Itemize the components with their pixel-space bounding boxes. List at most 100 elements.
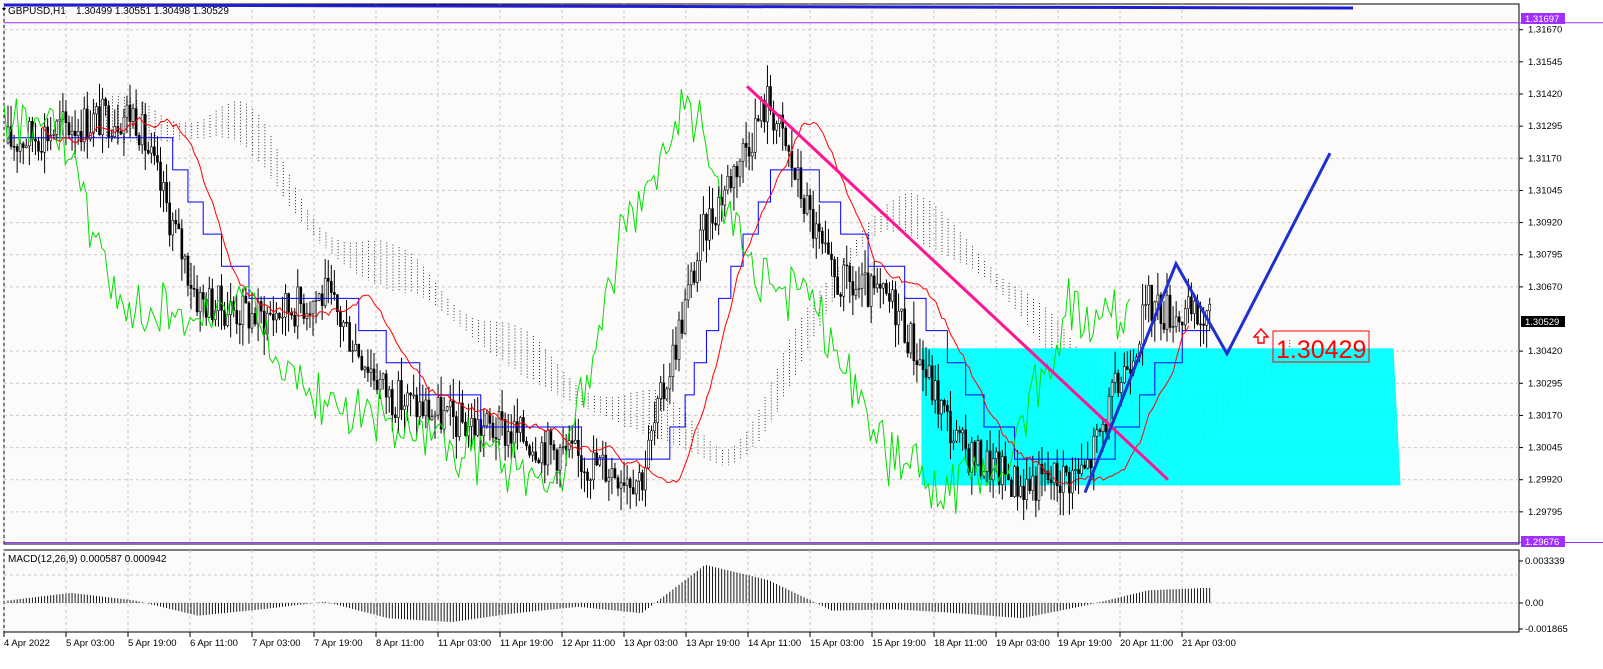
candle-body — [357, 344, 361, 357]
candle-body — [863, 272, 867, 276]
candle-body — [1089, 459, 1093, 469]
candle-body — [976, 440, 980, 466]
candle-body — [683, 299, 687, 334]
candle-body — [540, 442, 544, 464]
candle-body — [268, 312, 272, 315]
candle-body — [653, 422, 656, 432]
candle-body — [195, 288, 199, 313]
candle-body — [915, 360, 919, 366]
candle-body — [723, 189, 727, 206]
candle-body — [21, 143, 25, 148]
candle-body — [756, 118, 760, 122]
time-tick-label: 5 Apr 19:00 — [128, 638, 177, 649]
candle-body — [24, 145, 28, 148]
candle-body — [299, 286, 303, 305]
candle-body — [314, 300, 318, 302]
candle-body — [381, 373, 385, 380]
candle-body — [326, 277, 330, 282]
candle-body — [390, 389, 394, 416]
candle-body — [634, 480, 638, 495]
candle-body — [323, 277, 327, 306]
candle-body — [921, 359, 925, 370]
candle-body — [189, 285, 193, 289]
candle-body — [824, 242, 827, 245]
candle-body — [753, 118, 757, 153]
candle-body — [528, 445, 531, 456]
candle-body — [909, 323, 913, 354]
candle-body — [250, 313, 254, 329]
candle-body — [949, 411, 952, 444]
candle-body — [546, 429, 550, 466]
candle-body — [659, 382, 663, 399]
time-tick-label: 7 Apr 19:00 — [314, 638, 363, 649]
candle-body — [601, 454, 605, 458]
candle-body — [543, 442, 547, 466]
candle-body — [128, 104, 132, 122]
candle-body — [15, 146, 19, 152]
time-tick-label: 4 Apr 2022 — [4, 638, 50, 649]
candle-body — [445, 406, 449, 411]
lower-line-price: 1.29676 — [1525, 537, 1559, 548]
candle-body — [119, 130, 123, 135]
candle-body — [738, 160, 742, 178]
time-tick-label: 21 Apr 03:00 — [1182, 638, 1236, 649]
candle-body — [641, 472, 644, 491]
candle-body — [281, 316, 284, 319]
candle-body — [744, 143, 748, 148]
candle-body — [293, 314, 297, 327]
candle-body — [1165, 294, 1169, 330]
candle-body — [671, 344, 675, 377]
candle-body — [1022, 485, 1025, 500]
candle-body — [558, 447, 562, 471]
candle-body — [561, 445, 565, 448]
candle-body — [537, 459, 541, 464]
candle-body — [1004, 456, 1007, 475]
candle-body — [201, 292, 205, 300]
candle-body — [866, 272, 870, 307]
candle-body — [570, 440, 574, 444]
time-tick-label: 19 Apr 03:00 — [996, 638, 1050, 649]
candle-body — [1052, 462, 1056, 484]
chart-canvas[interactable]: 1.31670 1.31545 1.31420 1.31295 1.31170 1.310… — [0, 0, 1603, 669]
candle-body — [394, 414, 397, 418]
candle-body — [680, 319, 684, 334]
candle-body — [839, 294, 842, 297]
time-tick-label: 8 Apr 11:00 — [376, 638, 424, 649]
candle-body — [522, 417, 525, 442]
candle-body — [848, 265, 852, 282]
chart-window[interactable]: 1.31670 1.31545 1.31420 1.31295 1.31170 1.310… — [0, 0, 1603, 669]
candle-body — [1116, 372, 1120, 393]
candle-body — [40, 150, 43, 153]
macd-tick-label: -0.001865 — [1525, 624, 1568, 635]
candle-body — [509, 431, 513, 444]
candle-body — [1062, 466, 1065, 493]
level-label[interactable]: 1.30429 — [1276, 336, 1366, 364]
candle-body — [476, 419, 480, 436]
candle-body — [573, 439, 577, 444]
candle-body — [247, 302, 251, 329]
candle-body — [1119, 382, 1123, 393]
candle-body — [821, 231, 824, 244]
candle-body — [741, 143, 745, 162]
candle-body — [1147, 284, 1150, 305]
candle-body — [458, 402, 461, 437]
candle-body — [586, 471, 589, 481]
candle-body — [82, 108, 86, 143]
macd-tick-label: 0.00 — [1525, 598, 1544, 609]
candle-body — [211, 288, 214, 320]
candle-body — [930, 365, 934, 401]
candle-body — [372, 368, 376, 381]
time-tick-label: 7 Apr 03:00 — [252, 638, 301, 649]
candle-body — [705, 214, 708, 241]
candle-body — [397, 380, 400, 418]
candle-body — [656, 398, 659, 424]
candle-body — [955, 430, 958, 442]
candle-body — [506, 431, 510, 446]
candle-body — [400, 380, 403, 410]
time-tick-label: 14 Apr 11:00 — [748, 638, 801, 649]
candle-body — [329, 281, 333, 293]
candle-body — [58, 118, 62, 122]
candle-body — [952, 440, 955, 444]
candle-body — [470, 417, 473, 427]
candle-body — [979, 440, 983, 477]
